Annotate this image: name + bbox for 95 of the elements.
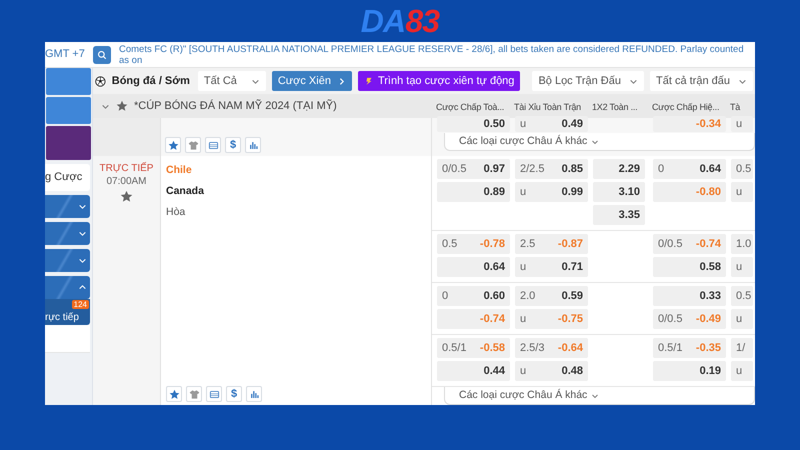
odds-cell[interactable]: 0.5 bbox=[731, 286, 753, 306]
star-icon bbox=[168, 388, 180, 400]
odds-cell[interactable]: 0.50 bbox=[437, 116, 510, 132]
odds-cell[interactable]: u bbox=[731, 309, 753, 329]
tool-button[interactable] bbox=[165, 137, 181, 153]
search-icon bbox=[97, 50, 107, 60]
sidebar-item[interactable]: g Cược bbox=[45, 164, 90, 191]
odds-cell[interactable]: 2.29 bbox=[593, 159, 645, 179]
odds-cell[interactable]: 0.33 bbox=[653, 286, 726, 306]
soccer-ball-icon bbox=[95, 74, 106, 88]
market-select[interactable]: Tất Cả bbox=[198, 71, 266, 91]
column-header: Cược Chấp Hiệ... bbox=[652, 102, 720, 112]
home-team: Chile bbox=[166, 163, 193, 177]
auto-parlay-button[interactable]: Trình tạo cược xiên tự động bbox=[358, 71, 520, 91]
jersey-icon bbox=[188, 388, 200, 400]
away-team: Canada bbox=[166, 184, 205, 198]
bar-chart-icon bbox=[248, 140, 258, 150]
odds-cell[interactable]: u 0.99 bbox=[515, 182, 588, 202]
count-badge: 124 bbox=[72, 300, 89, 309]
odds-cell[interactable]: 2.5 -0.87 bbox=[515, 234, 588, 254]
odds-cell[interactable]: 0.5/1 -0.35 bbox=[653, 338, 726, 358]
tool-button[interactable] bbox=[166, 386, 182, 402]
match-select[interactable]: Tất cả trận đấu bbox=[650, 71, 753, 91]
column-header: Tài Xỉu Toàn Trận bbox=[514, 102, 581, 112]
odds-cell[interactable]: 1/ bbox=[731, 338, 753, 358]
odds-cell[interactable]: u -0.75 bbox=[515, 309, 588, 329]
odds-cell[interactable]: 2/2.5 0.85 bbox=[515, 159, 588, 179]
filter-select[interactable]: Bộ Lọc Trận Đấu bbox=[532, 71, 644, 91]
odds-cell[interactable]: 3.35 bbox=[593, 205, 645, 225]
odds-cell[interactable]: 0.64 bbox=[437, 257, 510, 277]
odds-cell[interactable]: 0.19 bbox=[653, 361, 726, 381]
chevron-down-icon bbox=[78, 256, 87, 265]
sidebar-group[interactable] bbox=[45, 276, 90, 299]
odds-cell[interactable]: 1.0 bbox=[731, 234, 753, 254]
more-markets-button[interactable]: Các loại cược Châu Á khác bbox=[444, 133, 755, 151]
tool-button[interactable] bbox=[245, 137, 261, 153]
odds-cell[interactable]: 2.0 0.59 bbox=[515, 286, 588, 306]
chevron-down-icon bbox=[591, 392, 600, 400]
odds-cell[interactable]: 0/0.5 0.97 bbox=[437, 159, 510, 179]
odds-cell[interactable]: u 0.48 bbox=[515, 361, 588, 381]
timezone-label: GMT +7 bbox=[45, 47, 86, 62]
tool-button[interactable] bbox=[246, 386, 262, 402]
odds-cell[interactable]: 0.44 bbox=[437, 361, 510, 381]
odds-cell[interactable]: 0 0.60 bbox=[437, 286, 510, 306]
tool-button[interactable] bbox=[186, 386, 202, 402]
odds-cell[interactable]: 0.5 bbox=[731, 159, 753, 179]
tool-button[interactable] bbox=[205, 137, 221, 153]
sidebar-subitem[interactable]: rực tiếp bbox=[45, 312, 79, 324]
odds-cell[interactable]: 0/0.5 -0.74 bbox=[653, 234, 726, 254]
odds-cell[interactable]: 0/0.5 -0.49 bbox=[653, 309, 726, 329]
odds-cell[interactable]: u 0.71 bbox=[515, 257, 588, 277]
star-icon bbox=[120, 190, 133, 203]
sidebar-group[interactable] bbox=[45, 195, 90, 218]
announcement-text: Comets FC (R)" [SOUTH AUSTRALIA NATIONAL PREMIER LEAGUE RESERVE - 28/6], all bets taken are considered REFUNDED. Parlay counted as on bbox=[119, 44, 745, 66]
odds-cell[interactable]: 0 0.64 bbox=[653, 159, 726, 179]
live-status: TRỰC TIẾP bbox=[100, 162, 154, 175]
odds-cell[interactable]: u bbox=[731, 257, 753, 277]
odds-cell[interactable]: u bbox=[731, 182, 753, 202]
star-icon bbox=[168, 140, 178, 150]
column-header: Tà bbox=[730, 102, 740, 112]
search-button[interactable] bbox=[93, 46, 111, 64]
logo: DA83 bbox=[360, 5, 440, 37]
sidebar-group[interactable] bbox=[45, 249, 90, 272]
odds-cell[interactable]: u bbox=[731, 116, 753, 132]
sport-title: Bóng đá / Sớm bbox=[112, 74, 190, 89]
card-icon bbox=[208, 140, 218, 150]
bolt-icon bbox=[364, 76, 374, 86]
column-header: Cược Chấp Toà... bbox=[436, 102, 504, 112]
tool-button[interactable] bbox=[206, 386, 222, 402]
chevron-down-icon bbox=[78, 202, 87, 211]
jersey-icon bbox=[188, 140, 198, 150]
odds-cell[interactable]: 0.89 bbox=[437, 182, 510, 202]
match-time: 07:00AM bbox=[106, 175, 147, 188]
bar-chart-icon bbox=[248, 388, 260, 400]
chevron-down-icon bbox=[78, 229, 87, 238]
odds-cell[interactable]: 0.5/1 -0.58 bbox=[437, 338, 510, 358]
odds-cell[interactable]: 3.10 bbox=[593, 182, 645, 202]
chevron-up-icon bbox=[78, 283, 87, 292]
tool-button[interactable] bbox=[185, 137, 201, 153]
odds-cell[interactable]: u 0.49 bbox=[515, 116, 588, 132]
odds-cell[interactable]: 2.5/3 -0.64 bbox=[515, 338, 588, 358]
odds-cell[interactable]: u bbox=[731, 361, 753, 381]
chevron-down-icon bbox=[591, 138, 600, 146]
odds-cell[interactable]: 0.58 bbox=[653, 257, 726, 277]
tool-button[interactable]: $ bbox=[226, 386, 242, 402]
league-title: *CÚP BÓNG ĐÁ NAM MỸ 2024 (TẠI MỸ) bbox=[134, 98, 337, 114]
draw-label: Hòa bbox=[166, 205, 186, 219]
card-icon bbox=[208, 388, 220, 400]
odds-cell[interactable]: 0.5 -0.78 bbox=[437, 234, 510, 254]
parlay-button[interactable]: Cược Xiên bbox=[272, 71, 352, 91]
star-icon bbox=[116, 100, 128, 112]
tool-button[interactable]: $ bbox=[225, 137, 241, 153]
column-header: 1X2 Toàn ... bbox=[592, 102, 638, 112]
more-markets-button[interactable]: Các loại cược Châu Á khác bbox=[444, 387, 755, 405]
sidebar-group[interactable] bbox=[45, 222, 90, 245]
